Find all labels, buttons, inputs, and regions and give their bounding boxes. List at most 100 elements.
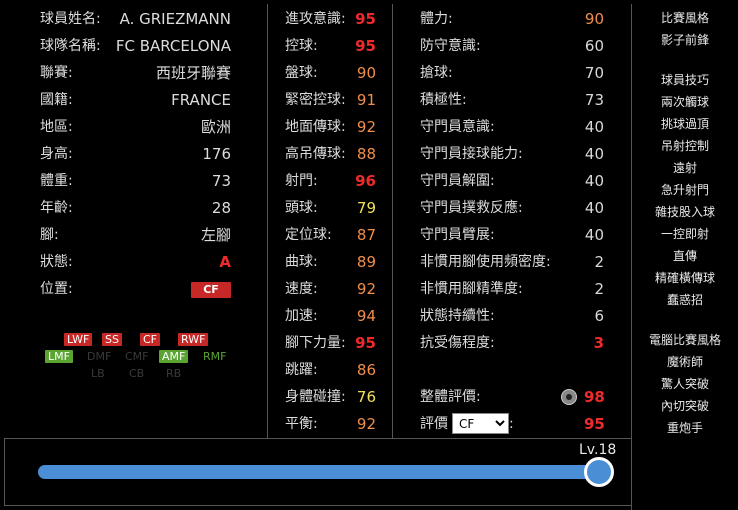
stat-label: 頭球: xyxy=(285,200,318,216)
info-value: 西班牙聯賽 xyxy=(155,64,231,82)
stat-value: 40 xyxy=(584,118,604,136)
stat-value: 70 xyxy=(584,64,604,82)
position-tag: LB xyxy=(91,367,105,380)
stat-value: 95 xyxy=(355,10,376,28)
divider xyxy=(4,438,5,506)
overall-icon xyxy=(561,389,577,405)
position-tag: LMF xyxy=(45,350,73,363)
skills-title: 球員技巧 xyxy=(660,73,709,87)
divider xyxy=(392,4,393,438)
stat-value: 90 xyxy=(356,64,376,82)
info-value: FRANCE xyxy=(171,91,231,109)
info-label: 國籍: xyxy=(40,92,73,108)
level-slider-knob[interactable] xyxy=(584,457,614,487)
skill-item: 雜技股入球 xyxy=(654,205,715,219)
stat-value: 91 xyxy=(356,91,376,109)
position-tag: RB xyxy=(166,367,182,380)
stat-value: 40 xyxy=(584,145,604,163)
style-title: 比賽風格 xyxy=(660,11,709,25)
info-label: 體重: xyxy=(40,173,73,189)
stat-label: 曲球: xyxy=(285,254,318,270)
stat-value: 2 xyxy=(594,280,604,298)
stat-label: 守門員臂展: xyxy=(420,227,495,243)
skill-item: 急升射門 xyxy=(660,183,709,197)
stat-value: 89 xyxy=(356,253,376,271)
stat-label: 定位球: xyxy=(285,227,332,243)
stat-value: 73 xyxy=(584,91,604,109)
stat-value: 95 xyxy=(355,334,376,352)
stat-label: 非慣用腳精準度: xyxy=(420,281,523,297)
position-tag: LWF xyxy=(64,333,93,346)
stat-label: 守門員接球能力: xyxy=(420,146,523,162)
stat-value: 90 xyxy=(584,10,604,28)
ai-style-item: 魔術師 xyxy=(666,355,703,369)
position-select[interactable]: CF xyxy=(452,413,509,434)
level-slider-track[interactable] xyxy=(38,465,598,479)
divider xyxy=(4,438,631,439)
stat-label: 守門員意識: xyxy=(420,119,495,135)
skill-item: 蠢惑招 xyxy=(666,293,703,307)
info-value: 73 xyxy=(211,172,231,190)
stat-label: 防守意識: xyxy=(420,38,481,54)
overall-label: 整體評價: xyxy=(420,389,481,405)
stat-value: 92 xyxy=(356,280,376,298)
divider xyxy=(4,505,631,506)
stat-value: 2 xyxy=(594,253,604,271)
divider xyxy=(267,4,268,438)
stat-value: 40 xyxy=(584,226,604,244)
stat-label: 地面傳球: xyxy=(285,119,346,135)
position-tag: SS xyxy=(102,333,122,346)
position-tag: RWF xyxy=(178,333,209,346)
skill-item: 精確橫傳球 xyxy=(654,271,715,285)
skill-item: 吊射控制 xyxy=(660,139,709,153)
stat-label: 控球: xyxy=(285,38,318,54)
stat-label: 守門員撲救反應: xyxy=(420,200,523,216)
info-label: 狀態: xyxy=(40,254,73,270)
stat-label: 抗受傷程度: xyxy=(420,335,495,351)
info-label: 聯賽: xyxy=(40,65,73,81)
position-tag: CF xyxy=(140,333,161,346)
stat-value: 79 xyxy=(356,199,376,217)
stat-label: 加速: xyxy=(285,308,318,324)
stat-label: 體力: xyxy=(420,11,453,27)
stat-label: 速度: xyxy=(285,281,318,297)
stat-value: 3 xyxy=(593,334,604,352)
rating-value: 95 xyxy=(584,415,605,433)
stat-label: 腳下力量: xyxy=(285,335,346,351)
ai-style-item: 重炮手 xyxy=(666,421,703,435)
info-label: 地區: xyxy=(40,119,73,135)
stat-label: 搶球: xyxy=(420,65,453,81)
status-value: A xyxy=(219,253,231,271)
stat-value: 40 xyxy=(584,172,604,190)
stat-label: 盤球: xyxy=(285,65,318,81)
style-item: 影子前鋒 xyxy=(660,33,709,47)
stat-value: 88 xyxy=(356,145,376,163)
rating-colon: : xyxy=(509,416,514,432)
stat-label: 平衡: xyxy=(285,416,318,432)
stat-label: 跳躍: xyxy=(285,362,318,378)
overall-value: 98 xyxy=(584,388,605,406)
stat-value: 40 xyxy=(584,199,604,217)
stat-value: 60 xyxy=(584,37,604,55)
stat-value: 96 xyxy=(355,172,376,190)
stat-label: 進攻意識: xyxy=(285,11,346,27)
info-value: 176 xyxy=(202,145,231,163)
position-badge: CF xyxy=(191,282,231,298)
stat-label: 緊密控球: xyxy=(285,92,346,108)
stat-label: 射門: xyxy=(285,173,318,189)
skill-item: 一控即射 xyxy=(660,227,709,241)
info-label: 位置: xyxy=(40,281,73,297)
info-label: 腳: xyxy=(40,227,59,243)
ai-style-item: 內切突破 xyxy=(660,399,709,413)
position-tag: CB xyxy=(129,367,145,380)
info-value: 歐洲 xyxy=(200,118,231,136)
stat-label: 積極性: xyxy=(420,92,467,108)
stat-value: 94 xyxy=(356,307,376,325)
stat-label: 守門員解圍: xyxy=(420,173,495,189)
stat-value: 92 xyxy=(356,118,376,136)
stat-value: 76 xyxy=(356,388,376,406)
info-value: A. GRIEZMANN xyxy=(119,10,231,28)
stat-value: 87 xyxy=(356,226,376,244)
ai-style-item: 驚人突破 xyxy=(660,377,709,391)
info-label: 身高: xyxy=(40,146,73,162)
